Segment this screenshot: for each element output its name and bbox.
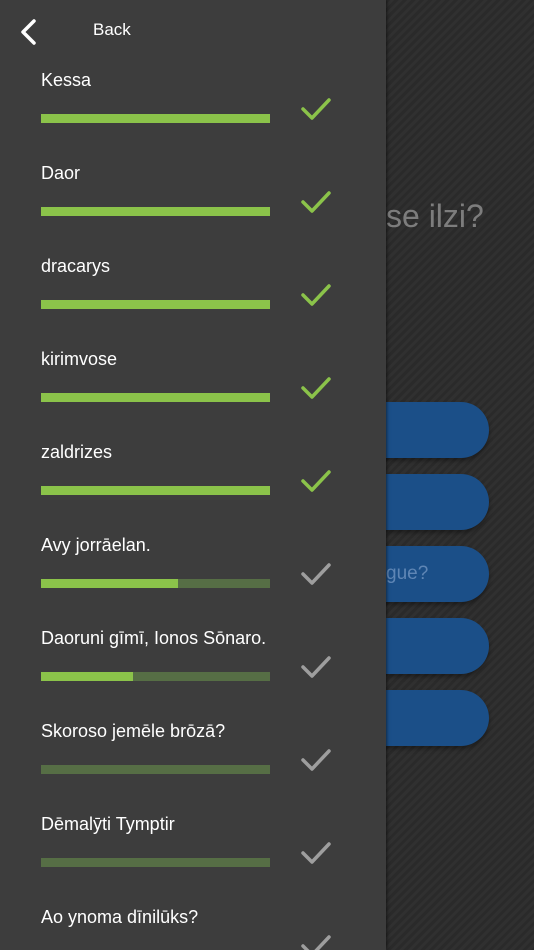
answer-button-5[interactable]: [386, 690, 489, 746]
progress-fill: [41, 393, 270, 402]
progress-track: [41, 207, 270, 216]
checkmark-icon: [301, 656, 331, 678]
lesson-item-10[interactable]: Ao ynoma dīnilūks?: [0, 899, 386, 950]
checkmark-icon: [301, 377, 331, 399]
lesson-item-label: Daoruni gīmī, Ionos Sōnaro.: [41, 628, 267, 648]
checkmark-icon: [301, 563, 331, 585]
lesson-list: Kessa Daor dracarys kirimvose zaldrizes …: [0, 62, 386, 950]
lesson-item-6[interactable]: Avy jorrāelan.: [0, 527, 386, 620]
back-button[interactable]: Back: [0, 0, 386, 62]
lesson-item-label: Kessa: [41, 70, 92, 90]
checkmark-icon: [301, 935, 331, 950]
checkmark-icon: [301, 470, 331, 492]
lesson-item-7[interactable]: Daoruni gīmī, Ionos Sōnaro.: [0, 620, 386, 713]
lesson-item-label: Daor: [41, 163, 81, 183]
progress-fill: [41, 207, 270, 216]
lesson-item-label: Ao ynoma dīnilūks?: [41, 907, 199, 927]
lesson-item-3[interactable]: dracarys: [0, 248, 386, 341]
checkmark-icon: [301, 98, 331, 120]
back-label: Back: [93, 20, 131, 39]
question-text: se ilzi?: [386, 198, 484, 234]
checkmark-icon: [301, 284, 331, 306]
background-quiz-area: se ilzi? gue?: [386, 0, 534, 950]
lesson-item-label: Dēmalȳti Tymptir: [41, 814, 175, 834]
lesson-drawer: Back Kessa Daor dracarys kirimvose zaldr…: [0, 0, 386, 950]
progress-fill: [41, 579, 179, 588]
checkmark-icon: [301, 191, 331, 213]
progress-track: [41, 765, 270, 774]
progress-fill: [41, 114, 270, 123]
lesson-item-2[interactable]: Daor: [0, 155, 386, 248]
progress-track: [41, 858, 270, 867]
lesson-item-label: zaldrizes: [41, 442, 113, 462]
progress-fill: [41, 486, 270, 495]
lesson-item-4[interactable]: kirimvose: [0, 341, 386, 434]
lesson-item-9[interactable]: Dēmalȳti Tymptir: [0, 806, 386, 899]
checkmark-icon: [301, 749, 331, 771]
progress-track: [41, 486, 270, 495]
lesson-item-label: Skoroso jemēle brōzā?: [41, 721, 226, 741]
lesson-item-8[interactable]: Skoroso jemēle brōzā?: [0, 713, 386, 806]
lesson-item-5[interactable]: zaldrizes: [0, 434, 386, 527]
progress-fill: [41, 300, 270, 309]
progress-fill: [41, 672, 133, 681]
progress-track: [41, 114, 270, 123]
progress-track: [41, 672, 270, 681]
lesson-item-label: kirimvose: [41, 349, 118, 369]
answer-button-2[interactable]: [386, 474, 489, 530]
answer-button-1[interactable]: [386, 402, 489, 458]
progress-track: [41, 579, 270, 588]
progress-track: [41, 300, 270, 309]
answer-button-4[interactable]: [386, 618, 489, 674]
lesson-item-1[interactable]: Kessa: [0, 62, 386, 155]
lesson-item-label: dracarys: [41, 256, 111, 276]
answer-button-3[interactable]: gue?: [386, 546, 489, 602]
progress-track: [41, 393, 270, 402]
checkmark-icon: [301, 842, 331, 864]
lesson-item-label: Avy jorrāelan.: [41, 535, 151, 555]
chevron-left-icon: [21, 19, 36, 45]
